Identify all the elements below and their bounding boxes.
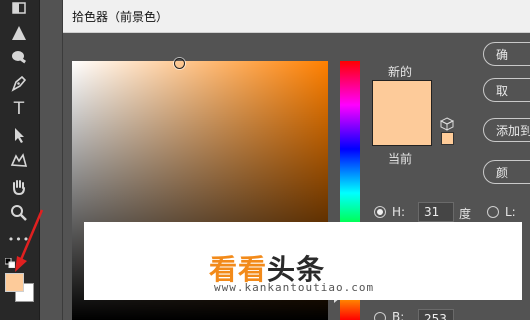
zoom-icon[interactable] xyxy=(8,202,30,224)
current-color-label: 当前 xyxy=(388,152,413,166)
pen-icon[interactable] xyxy=(8,72,30,94)
ok-button[interactable]: 确 xyxy=(483,42,530,66)
web-safe-color-swatch[interactable] xyxy=(441,132,454,145)
hue-radio[interactable] xyxy=(374,206,386,218)
hue-label: H: xyxy=(392,205,406,219)
custom-shape-icon[interactable] xyxy=(8,150,30,172)
cancel-button[interactable]: 取 xyxy=(483,78,530,102)
type-icon[interactable]: T xyxy=(8,98,30,120)
watermark-url: www.kankantoutiao.com xyxy=(214,281,375,294)
watermark: 看看头条 www.kankantoutiao.com xyxy=(84,222,522,300)
gradient-icon[interactable] xyxy=(8,0,30,22)
color-libraries-button[interactable]: 颜 xyxy=(483,160,530,184)
brightness-input[interactable]: 253 xyxy=(418,309,454,320)
more-icon[interactable]: ••• xyxy=(8,228,30,250)
path-selection-icon[interactable] xyxy=(8,124,30,146)
tools-panel: T ••• xyxy=(0,0,40,320)
add-to-swatches-button[interactable]: 添加到 xyxy=(483,118,530,142)
lab-l-radio[interactable] xyxy=(487,206,499,218)
triangle-icon[interactable] xyxy=(8,22,30,44)
new-color-label: 新的 xyxy=(388,65,413,79)
burn-icon[interactable] xyxy=(8,46,30,68)
hue-input[interactable]: 31 xyxy=(418,202,454,222)
brightness-radio[interactable] xyxy=(374,312,386,320)
lab-l-label: L: xyxy=(505,205,516,219)
dialog-title: 拾色器（前景色） xyxy=(72,10,169,24)
cube-icon[interactable] xyxy=(440,117,454,131)
hue-unit: 度 xyxy=(459,207,472,221)
dialog-titlebar[interactable]: 拾色器（前景色） xyxy=(63,0,530,33)
color-field-cursor[interactable] xyxy=(174,58,185,69)
brightness-label: B: xyxy=(392,310,405,320)
new-color-swatch xyxy=(372,80,432,146)
hand-icon[interactable] xyxy=(8,176,30,198)
default-colors-icon[interactable] xyxy=(5,258,15,268)
foreground-color-swatch[interactable] xyxy=(5,273,24,292)
